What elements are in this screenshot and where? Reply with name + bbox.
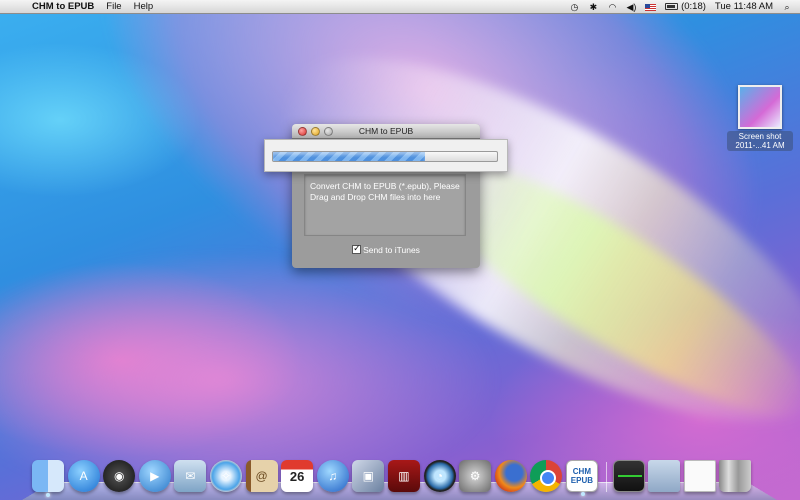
address-book-icon[interactable]: @ [245, 460, 278, 492]
time-machine-icon[interactable]: ◔ [423, 460, 456, 492]
battery-status[interactable]: (0:18) [665, 0, 706, 14]
running-indicator [46, 493, 50, 497]
time-machine-status-icon[interactable]: ◷ [569, 0, 579, 14]
chrome-icon[interactable] [530, 460, 563, 492]
activity-monitor-icon[interactable] [612, 460, 645, 492]
volume-icon[interactable]: ◀) [626, 0, 636, 14]
spotlight-search-icon[interactable]: ⌕ [782, 0, 792, 14]
app-store-icon[interactable]: A [67, 460, 100, 492]
menu-extras: ◷ ✱ ◠ ◀) (0:18) Tue 11:48 AM ⌕ [560, 0, 792, 14]
system-preferences-icon[interactable]: ⚙ [459, 460, 492, 492]
input-source-flag-icon[interactable] [645, 3, 657, 11]
chm-icon-label: CHM EPUB [571, 467, 593, 485]
window-titlebar[interactable]: CHM to EPUB [292, 124, 480, 139]
drop-zone[interactable]: Convert CHM to EPUB (*.epub), Please Dra… [304, 174, 466, 236]
mail-icon[interactable]: ✉ [174, 460, 207, 492]
battery-time: (0:18) [681, 1, 706, 12]
chm-icon-line-2: EPUB [570, 476, 594, 485]
safari-icon[interactable]: ✧ [209, 460, 242, 492]
progress-sheet [264, 139, 508, 172]
file-label-line-1: Screen shot [738, 132, 782, 141]
send-to-itunes-label[interactable]: Send to iTunes [363, 245, 420, 255]
help-menu[interactable]: Help [134, 0, 154, 14]
file-menu[interactable]: File [106, 0, 121, 14]
bluetooth-icon[interactable]: ✱ [588, 0, 598, 14]
itunes-icon[interactable]: ♫ [316, 460, 349, 492]
running-indicator [580, 492, 585, 496]
battery-icon [665, 2, 679, 10]
wifi-icon[interactable]: ◠ [607, 0, 617, 14]
app-menu[interactable]: CHM to EPUB [32, 0, 94, 14]
progress-fill [273, 152, 426, 161]
applications-folder-icon[interactable] [648, 460, 681, 492]
window-title: CHM to EPUB [358, 126, 414, 136]
file-label-line-2: 2011-...41 AM [735, 141, 785, 150]
menu-bar: CHM to EPUB File Help ◷ ✱ ◠ ◀) (0:18) Tu… [0, 0, 800, 14]
send-to-itunes-checkbox[interactable] [352, 243, 362, 254]
desktop-screenshot-file[interactable]: Screen shot 2011-...41 AM [727, 85, 793, 151]
dock-separator [605, 462, 607, 492]
ical-icon[interactable]: 26 [281, 460, 314, 492]
trash-icon[interactable] [719, 460, 752, 492]
drop-instructions: Convert CHM to EPUB (*.epub), Please Dra… [310, 181, 460, 202]
dock-items: A ◉ ▶ ✉ ✧ @ 26 ♫ ▣ ▥ ◔ ⚙ CHM EPUB [32, 456, 767, 497]
photo-booth-icon[interactable]: ▥ [387, 460, 420, 492]
facetime-icon[interactable]: ▶ [138, 460, 171, 492]
documents-stack-icon[interactable] [683, 460, 716, 492]
desktop-file-label: Screen shot 2011-...41 AM [727, 131, 793, 151]
iphoto-icon[interactable]: ▣ [352, 460, 385, 492]
progress-bar [272, 151, 498, 162]
menu-clock[interactable]: Tue 11:48 AM [715, 0, 773, 14]
dashboard-icon[interactable]: ◉ [103, 460, 136, 492]
chm-icon-line-1: CHM [572, 467, 591, 476]
chm-to-epub-icon[interactable]: CHM EPUB [565, 460, 598, 496]
send-to-itunes-option: Send to iTunes [292, 243, 480, 255]
screenshot-thumbnail [738, 85, 782, 129]
dock: A ◉ ▶ ✉ ✧ @ 26 ♫ ▣ ▥ ◔ ⚙ CHM EPUB [22, 449, 777, 500]
firefox-icon[interactable] [494, 460, 527, 492]
finder-icon[interactable] [32, 460, 64, 497]
